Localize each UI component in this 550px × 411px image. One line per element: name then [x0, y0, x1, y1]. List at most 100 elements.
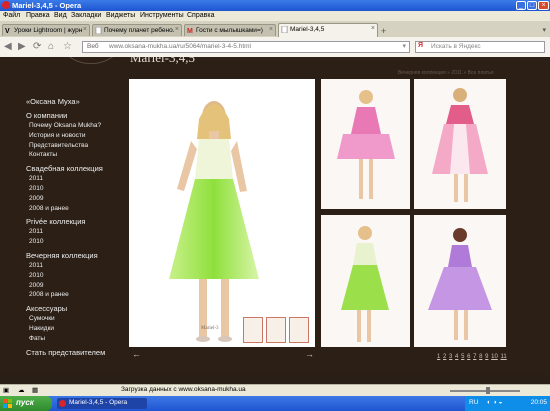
tab-crying-baby[interactable]: Почему плачет ребено... × — [92, 24, 182, 36]
sidebar-sublink[interactable]: 2008 и ранее — [29, 205, 69, 212]
tab-close-icon[interactable]: × — [83, 26, 87, 33]
reload-button[interactable]: ⟳ — [33, 41, 41, 52]
maximize-button[interactable]: □ — [527, 1, 537, 10]
gallery-photo-4[interactable] — [414, 215, 506, 347]
new-tab-button[interactable]: + — [381, 26, 386, 36]
tab-close-icon[interactable]: × — [269, 26, 273, 33]
sidebar-sublink[interactable]: 2010 — [29, 185, 43, 192]
menu-tools[interactable]: Инструменты — [140, 12, 184, 19]
page-link[interactable]: 5 — [461, 354, 464, 360]
thumbnail-2[interactable] — [266, 317, 286, 343]
menu-bookmarks[interactable]: Закладки — [71, 12, 101, 19]
page-link[interactable]: 4 — [455, 354, 458, 360]
sidebar-section-link[interactable]: О компании — [26, 111, 67, 120]
page-link[interactable]: 3 — [449, 354, 452, 360]
sidebar-section-link[interactable]: Privée коллекция — [26, 217, 85, 226]
sidebar-sublink[interactable]: Контакты — [29, 151, 57, 158]
chevron-down-icon[interactable]: ▾ — [402, 42, 406, 50]
page-viewport: Mariel-3,4,5 Вечерняя коллекция » 2011 »… — [0, 57, 550, 374]
sidebar-section-link[interactable]: Стать представителем — [26, 348, 105, 357]
gallery-photo-3[interactable] — [321, 215, 410, 347]
prev-arrow[interactable]: ← — [132, 349, 141, 359]
site-logo[interactable] — [55, 57, 127, 64]
close-button[interactable]: × — [538, 1, 549, 10]
page-link[interactable]: 11 — [501, 354, 507, 360]
taskbar: пуск Mariel-3,4,5 - Opera RU ◐ ◑ ◒ 20:05 — [0, 396, 550, 411]
photo-caption: Mariel-3 — [201, 326, 219, 331]
back-button[interactable]: ◀ — [4, 41, 12, 52]
page-link[interactable]: 7 — [473, 354, 476, 360]
forward-button[interactable]: ▶ — [18, 41, 26, 52]
page-link[interactable]: 10 — [491, 354, 498, 360]
sidebar-sublink[interactable]: 2008 и ранее — [29, 291, 69, 298]
tab-mariel[interactable]: Mariel-3,4,5 × — [278, 23, 378, 37]
bookmark-icon[interactable]: ☆ — [63, 41, 72, 52]
sidebar-section-link[interactable]: Свадебная коллекция — [26, 164, 103, 173]
panel-toggle-icon[interactable]: ▣ — [3, 386, 9, 394]
page-link[interactable]: 2 — [443, 354, 446, 360]
sidebar-sublink[interactable]: 2010 — [29, 238, 43, 245]
sidebar-section-link[interactable]: Аксессуары — [26, 304, 67, 313]
web-badge: Веб — [87, 43, 99, 50]
sidebar-sublink[interactable]: Сумочки — [29, 315, 55, 322]
clock: 20:05 — [530, 399, 547, 406]
url-text[interactable]: www.oksana-mukha.ua/ru/5064/mariel-3-4-5… — [109, 43, 251, 50]
tab-lightroom[interactable]: V Уроки Lightroom | журн... × — [2, 24, 90, 36]
address-field[interactable]: Веб www.oksana-mukha.ua/ru/5064/mariel-3… — [82, 41, 410, 53]
breadcrumb[interactable]: Вечерняя коллекция » 2011 » Все платья — [398, 70, 494, 76]
minimize-button[interactable]: _ — [516, 1, 526, 10]
tab-guests[interactable]: M Гости с мылышками=) × — [184, 24, 276, 36]
home-button[interactable]: ⌂ — [48, 41, 54, 52]
sidebar-sublink[interactable]: 2011 — [29, 175, 43, 182]
thumbnail-1[interactable] — [243, 317, 263, 343]
gallery-photo-1[interactable] — [321, 79, 410, 209]
sidebar-sublink[interactable]: Накидки — [29, 325, 54, 332]
sidebar-sublink[interactable]: 2011 — [29, 228, 43, 235]
dress-model-image: Mariel-3 — [169, 101, 259, 342]
start-button[interactable]: пуск — [0, 396, 52, 411]
main-dress-photo[interactable]: Mariel-3 — [129, 79, 315, 347]
sidebar-sublink[interactable]: 2009 — [29, 282, 43, 289]
gallery-photo-2[interactable] — [414, 79, 506, 209]
sidebar-sublink[interactable]: 2010 — [29, 272, 43, 279]
menu-widgets[interactable]: Виджеты — [106, 12, 135, 19]
tab-list-icon[interactable]: ▾ — [542, 26, 546, 34]
page-link[interactable]: 6 — [467, 354, 470, 360]
sidebar-sublink[interactable]: Почему Oksana Mukha? — [29, 122, 101, 129]
yandex-icon[interactable]: Я — [418, 42, 423, 49]
page-link[interactable]: 1 — [437, 354, 440, 360]
sidebar-sublink[interactable]: 2009 — [29, 195, 43, 202]
sidebar-sublink[interactable]: 2011 — [29, 262, 43, 269]
tray-icons[interactable]: ◐ ◑ ◒ — [487, 399, 502, 406]
zoom-slider-track[interactable] — [450, 390, 520, 392]
page-link[interactable]: 8 — [479, 354, 482, 360]
menu-edit[interactable]: Правка — [26, 12, 50, 19]
sync-icon[interactable]: ☁ — [18, 386, 25, 394]
tab-close-icon[interactable]: × — [371, 25, 375, 32]
status-bar: ▣ ☁ ▦ Загрузка данных с www.oksana-mukha… — [0, 384, 550, 396]
address-toolbar: ◀ ▶ ⟳ ⌂ ☆ Веб www.oksana-mukha.ua/ru/506… — [0, 37, 550, 58]
page-icon — [95, 27, 102, 34]
green-dress-image — [341, 226, 389, 342]
tab-close-icon[interactable]: × — [175, 26, 179, 33]
language-indicator[interactable]: RU — [469, 399, 478, 406]
menu-view[interactable]: Вид — [54, 12, 67, 19]
sidebar-sublink[interactable]: История и новости — [29, 132, 86, 139]
menu-file[interactable]: Файл — [3, 12, 20, 19]
taskbar-window-label: Mariel-3,4,5 - Opera — [69, 399, 128, 406]
page-title: Mariel-3,4,5 — [130, 57, 195, 65]
sidebar-sublink[interactable]: Представительства — [29, 142, 88, 149]
search-field[interactable]: Я Искать в Яндекс — [415, 41, 545, 53]
taskbar-opera-window[interactable]: Mariel-3,4,5 - Opera — [57, 398, 147, 409]
gmail-icon: M — [187, 28, 193, 34]
sidebar-section-link[interactable]: «Оксана Муха» — [26, 97, 80, 106]
speed-dial-icon[interactable]: ▦ — [32, 386, 38, 394]
next-arrow[interactable]: → — [305, 349, 314, 359]
thumbnail-3[interactable] — [289, 317, 309, 343]
sidebar-section-link[interactable]: Вечерняя коллекция — [26, 251, 98, 260]
zoom-slider-handle[interactable] — [486, 387, 490, 394]
page-link[interactable]: 9 — [485, 354, 488, 360]
tab-label: Почему плачет ребено... — [104, 27, 174, 34]
menu-help[interactable]: Справка — [187, 12, 214, 19]
sidebar-sublink[interactable]: Фаты — [29, 335, 45, 342]
